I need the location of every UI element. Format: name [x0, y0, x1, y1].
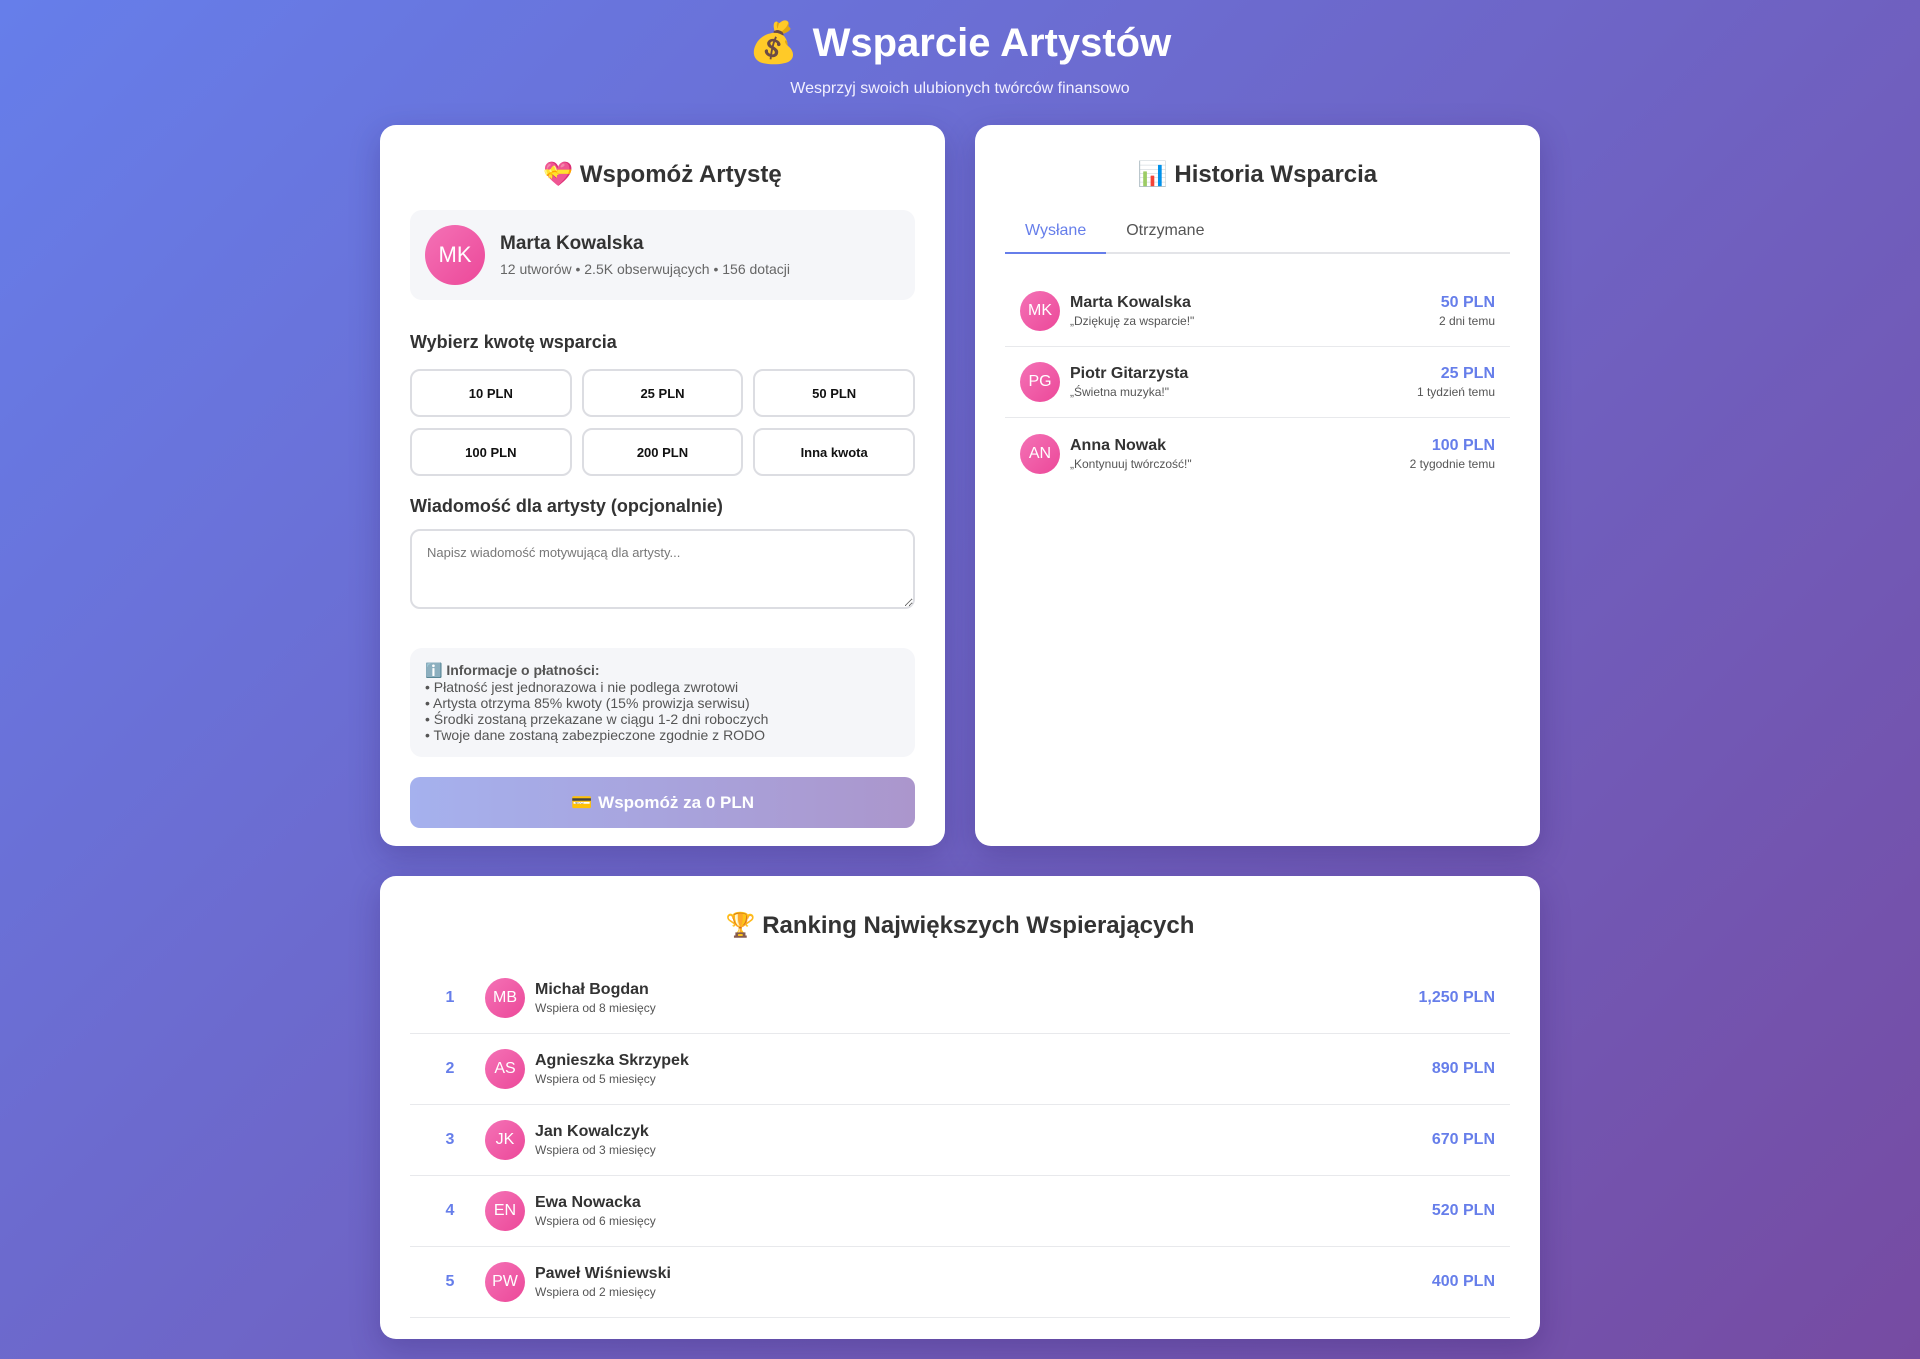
- artist-stats: 12 utworów • 2.5K obserwujących • 156 do…: [500, 261, 790, 277]
- payment-info-line: • Płatność jest jednorazowa i nie podleg…: [425, 679, 739, 695]
- support-submit-button[interactable]: 💳 Wspomóż za 0 PLN: [410, 777, 915, 828]
- rank-number: 4: [445, 1202, 455, 1219]
- support-submit-label: Wspomóż za 0 PLN: [598, 792, 755, 812]
- supporter-since: Wspiera od 3 miesięcy: [535, 1143, 656, 1157]
- support-card: 💝 Wspomóż Artystę MK Marta Kowalska 12 u…: [380, 125, 945, 846]
- avatar: AS: [485, 1049, 525, 1089]
- ranking-card-title: 🏆 Ranking Największych Wspierających: [410, 910, 1510, 941]
- history-item-name: Piotr Gitarzysta: [1070, 365, 1189, 382]
- ranking-list: 1 MB Michał Bogdan Wspiera od 8 miesięcy…: [410, 963, 1510, 1318]
- history-card-title: 📊 Historia Wsparcia: [1005, 159, 1510, 190]
- supporter-amount: 1,250 PLN: [1418, 989, 1495, 1006]
- page-title-text: Wsparcie Artystów: [812, 21, 1172, 65]
- list-item: AN Anna Nowak „Kontynuuj twórczość!" 100…: [1005, 418, 1510, 489]
- history-item-time: 2 dni temu: [1438, 314, 1495, 328]
- amount-button-custom[interactable]: Inna kwota: [753, 428, 915, 476]
- rank-number: 1: [445, 989, 455, 1006]
- history-item-amount: 25 PLN: [1440, 365, 1495, 382]
- payment-info: ℹ️ Informacje o płatności: • Płatność je…: [410, 648, 915, 757]
- list-item: 3 JK Jan Kowalczyk Wspiera od 3 miesięcy…: [410, 1105, 1510, 1176]
- ranking-title-text: Ranking Największych Wspierających: [762, 912, 1195, 939]
- payment-info-line: • Twoje dane zostaną zabezpieczone zgodn…: [425, 727, 766, 743]
- artist-info: MK Marta Kowalska 12 utworów • 2.5K obse…: [410, 210, 915, 300]
- avatar: JK: [485, 1120, 525, 1160]
- history-title-text: Historia Wsparcia: [1174, 161, 1378, 188]
- avatar: PW: [485, 1262, 525, 1302]
- history-item-time: 2 tygodnie temu: [1409, 456, 1495, 471]
- tab-received[interactable]: Otrzymane: [1106, 212, 1224, 252]
- amount-label: Wybierz kwotę wsparcia: [410, 332, 617, 352]
- history-item-amount: 100 PLN: [1431, 436, 1495, 454]
- history-item-name: Anna Nowak: [1070, 436, 1167, 454]
- history-card: 📊 Historia Wsparcia Wysłane Otrzymane MK…: [975, 125, 1540, 846]
- payment-info-title-text: Informacje o płatności:: [446, 662, 600, 678]
- artist-name: Marta Kowalska: [500, 233, 644, 254]
- heart-gift-icon: 💝: [543, 160, 574, 188]
- list-item: MK Marta Kowalska „Dziękuję za wsparcie!…: [1005, 276, 1510, 347]
- amount-button-10[interactable]: 10 PLN: [410, 369, 572, 417]
- supporter-amount: 670 PLN: [1431, 1131, 1495, 1148]
- supporter-amount: 400 PLN: [1431, 1273, 1495, 1290]
- tab-sent[interactable]: Wysłane: [1005, 212, 1107, 254]
- support-title-text: Wspomóż Artystę: [579, 161, 782, 188]
- payment-info-line: • Środki zostaną przekazane w ciągu 1-2 …: [425, 711, 769, 727]
- amount-button-100[interactable]: 100 PLN: [410, 428, 572, 476]
- supporter-name: Ewa Nowacka: [535, 1194, 641, 1211]
- supporter-name: Paweł Wiśniewski: [535, 1265, 671, 1282]
- bar-chart-icon: 📊: [1137, 160, 1168, 188]
- credit-card-icon: 💳: [570, 792, 593, 813]
- trophy-icon: 🏆: [725, 911, 756, 939]
- supporter-since: Wspiera od 5 miesięcy: [535, 1072, 656, 1086]
- avatar: EN: [485, 1191, 525, 1231]
- amount-button-25[interactable]: 25 PLN: [581, 369, 744, 417]
- list-item: 5 PW Paweł Wiśniewski Wspiera od 2 miesi…: [410, 1247, 1510, 1318]
- payment-info-line: • Artysta otrzyma 85% kwoty (15% prowizj…: [425, 695, 750, 711]
- list-item: 4 EN Ewa Nowacka Wspiera od 6 miesięcy 5…: [410, 1176, 1510, 1247]
- list-item: 1 MB Michał Bogdan Wspiera od 8 miesięcy…: [410, 963, 1510, 1034]
- avatar: AN: [1020, 433, 1060, 474]
- history-tabs: Wysłane Otrzymane: [1005, 212, 1510, 254]
- payment-info-title: ℹ️ Informacje o płatności:: [425, 662, 900, 679]
- history-item-name: Marta Kowalska: [1070, 294, 1191, 311]
- rank-number: 5: [445, 1273, 455, 1290]
- history-list: MK Marta Kowalska „Dziękuję za wsparcie!…: [1005, 276, 1510, 489]
- page-header: 💰 Wsparcie Artystów Wesprzyj swoich ulub…: [0, 0, 1920, 98]
- page-subtitle: Wesprzyj swoich ulubionych twórców finan…: [790, 80, 1130, 97]
- avatar: PG: [1020, 362, 1060, 402]
- avatar: MB: [485, 978, 525, 1018]
- rank-number: 2: [445, 1060, 455, 1077]
- history-item-time: 1 tydzień temu: [1416, 385, 1495, 399]
- message-input[interactable]: [410, 529, 915, 609]
- history-item-amount: 50 PLN: [1440, 294, 1495, 311]
- list-item: 2 AS Agnieszka Skrzypek Wspiera od 5 mie…: [410, 1034, 1510, 1105]
- page-title: 💰 Wsparcie Artystów: [0, 18, 1920, 68]
- supporter-name: Jan Kowalczyk: [535, 1123, 649, 1140]
- amount-button-50[interactable]: 50 PLN: [753, 369, 915, 417]
- list-item: PG Piotr Gitarzysta „Świetna muzyka!" 25…: [1005, 347, 1510, 418]
- supporter-name: Michał Bogdan: [535, 981, 649, 998]
- supporter-since: Wspiera od 6 miesięcy: [535, 1214, 656, 1228]
- supporter-since: Wspiera od 2 miesięcy: [535, 1285, 656, 1299]
- avatar: MK: [425, 225, 485, 285]
- supporter-since: Wspiera od 8 miesięcy: [535, 1001, 656, 1015]
- info-icon: ℹ️: [425, 663, 443, 679]
- rank-number: 3: [445, 1131, 455, 1148]
- history-item-message: „Dziękuję za wsparcie!": [1070, 314, 1195, 328]
- avatar: MK: [1020, 291, 1060, 331]
- supporter-name: Agnieszka Skrzypek: [535, 1052, 689, 1069]
- amount-options: 10 PLN 25 PLN 50 PLN 100 PLN 200 PLN Inn…: [410, 369, 915, 476]
- history-item-message: „Kontynuuj twórczość!": [1070, 456, 1192, 471]
- message-label: Wiadomość dla artysty (opcjonalnie): [410, 496, 723, 516]
- supporter-amount: 890 PLN: [1431, 1060, 1495, 1077]
- money-bag-icon: 💰: [748, 20, 799, 66]
- history-item-message: „Świetna muzyka!": [1070, 385, 1169, 399]
- ranking-card: 🏆 Ranking Największych Wspierających 1 M…: [380, 876, 1540, 1339]
- amount-button-200[interactable]: 200 PLN: [581, 428, 744, 476]
- supporter-amount: 520 PLN: [1431, 1202, 1495, 1219]
- support-card-title: 💝 Wspomóż Artystę: [410, 159, 915, 190]
